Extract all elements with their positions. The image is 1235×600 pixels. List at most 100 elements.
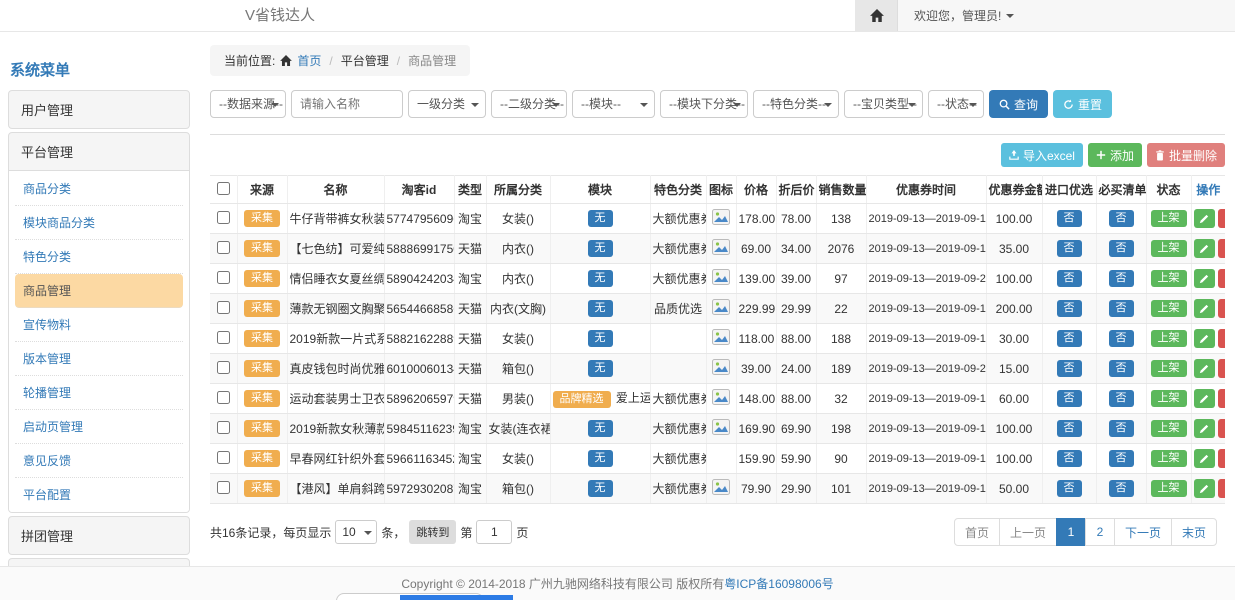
level2-category-select[interactable]: --二级分类-- bbox=[491, 90, 567, 118]
import-select-badge[interactable]: 否 bbox=[1057, 450, 1082, 467]
sidebar-subitem[interactable]: 轮播管理 bbox=[15, 376, 183, 410]
delete-button[interactable] bbox=[1218, 389, 1226, 408]
sidebar-subitem[interactable]: 商品分类 bbox=[15, 172, 183, 206]
status-badge[interactable]: 上架 bbox=[1151, 210, 1187, 227]
module-select[interactable]: --模块-- bbox=[572, 90, 655, 118]
must-buy-badge[interactable]: 否 bbox=[1109, 210, 1134, 227]
import-excel-button[interactable]: 导入excel bbox=[1001, 143, 1083, 167]
must-buy-badge[interactable]: 否 bbox=[1109, 360, 1134, 377]
user-menu[interactable]: 欢迎您，管理员! bbox=[898, 0, 1030, 31]
edit-button[interactable] bbox=[1194, 479, 1215, 498]
status-badge[interactable]: 上架 bbox=[1151, 240, 1187, 257]
module-subcategory-select[interactable]: --模块下分类-- bbox=[660, 90, 748, 118]
item-type-select[interactable]: --宝贝类型-- bbox=[844, 90, 923, 118]
search-button[interactable]: 查询 bbox=[989, 90, 1048, 118]
edit-button[interactable] bbox=[1194, 209, 1215, 228]
row-checkbox[interactable] bbox=[217, 211, 230, 224]
row-checkbox[interactable] bbox=[217, 361, 230, 374]
delete-button[interactable] bbox=[1218, 239, 1226, 258]
sidebar-subitem[interactable]: 版本管理 bbox=[15, 342, 183, 376]
row-checkbox[interactable] bbox=[217, 271, 230, 284]
feature-category-select[interactable]: --特色分类-- bbox=[753, 90, 839, 118]
page-button[interactable]: 2 bbox=[1085, 518, 1115, 546]
edit-button[interactable] bbox=[1194, 299, 1215, 318]
add-button[interactable]: 添加 bbox=[1088, 143, 1142, 167]
breadcrumb-home-link[interactable]: 首页 bbox=[297, 52, 321, 69]
row-checkbox[interactable] bbox=[217, 301, 230, 314]
sidebar-subitem[interactable]: 模块商品分类 bbox=[15, 206, 183, 240]
jump-to-button[interactable]: 跳转到 bbox=[409, 520, 456, 544]
row-checkbox[interactable] bbox=[217, 391, 230, 404]
status-badge[interactable]: 上架 bbox=[1151, 330, 1187, 347]
page-button[interactable]: 末页 bbox=[1171, 518, 1217, 546]
sidebar-subitem[interactable]: 特色分类 bbox=[15, 240, 183, 274]
import-select-badge[interactable]: 否 bbox=[1057, 480, 1082, 497]
icp-link[interactable]: 粤ICP备16098006号 bbox=[724, 575, 833, 592]
page-button[interactable]: 1 bbox=[1056, 518, 1086, 546]
import-select-badge[interactable]: 否 bbox=[1057, 210, 1082, 227]
select-all-checkbox[interactable] bbox=[217, 182, 230, 195]
row-checkbox[interactable] bbox=[217, 241, 230, 254]
page-button[interactable]: 下一页 bbox=[1114, 518, 1172, 546]
import-select-badge[interactable]: 否 bbox=[1057, 420, 1082, 437]
delete-button[interactable] bbox=[1218, 269, 1226, 288]
row-checkbox[interactable] bbox=[217, 421, 230, 434]
import-select-badge[interactable]: 否 bbox=[1057, 330, 1082, 347]
sidebar-subitem[interactable]: 商品管理 bbox=[15, 274, 183, 308]
edit-button[interactable] bbox=[1194, 269, 1215, 288]
status-badge[interactable]: 上架 bbox=[1151, 480, 1187, 497]
sidebar-subitem[interactable]: 宣传物料 bbox=[15, 308, 183, 342]
must-buy-badge[interactable]: 否 bbox=[1109, 480, 1134, 497]
edit-button[interactable] bbox=[1194, 359, 1215, 378]
must-buy-badge[interactable]: 否 bbox=[1109, 330, 1134, 347]
level1-category-select[interactable]: 一级分类 bbox=[408, 90, 486, 118]
delete-button[interactable] bbox=[1218, 359, 1226, 378]
per-page-select[interactable]: 10 bbox=[335, 520, 377, 544]
sidebar-group-header[interactable]: 用户管理 bbox=[9, 91, 189, 128]
sidebar-subitem[interactable]: 启动页管理 bbox=[15, 410, 183, 444]
delete-button[interactable] bbox=[1218, 479, 1226, 498]
sidebar-group-header[interactable]: 平台管理 bbox=[9, 133, 189, 170]
delete-button[interactable] bbox=[1218, 419, 1226, 438]
delete-button[interactable] bbox=[1218, 329, 1226, 348]
delete-button[interactable] bbox=[1218, 299, 1226, 318]
name-search-input[interactable] bbox=[291, 90, 403, 118]
sidebar-subitem[interactable]: 平台配置 bbox=[15, 478, 183, 511]
status-select[interactable]: --状态-- bbox=[928, 90, 984, 118]
import-select-badge[interactable]: 否 bbox=[1057, 360, 1082, 377]
row-checkbox[interactable] bbox=[217, 331, 230, 344]
import-select-badge[interactable]: 否 bbox=[1057, 390, 1082, 407]
import-select-badge[interactable]: 否 bbox=[1057, 270, 1082, 287]
sidebar-subitem[interactable]: 意见反馈 bbox=[15, 444, 183, 478]
status-badge[interactable]: 上架 bbox=[1151, 390, 1187, 407]
row-checkbox[interactable] bbox=[217, 481, 230, 494]
status-badge[interactable]: 上架 bbox=[1151, 270, 1187, 287]
home-button[interactable] bbox=[856, 0, 898, 31]
must-buy-badge[interactable]: 否 bbox=[1109, 390, 1134, 407]
page-button[interactable]: 上一页 bbox=[999, 518, 1057, 546]
must-buy-badge[interactable]: 否 bbox=[1109, 450, 1134, 467]
edit-button[interactable] bbox=[1194, 419, 1215, 438]
must-buy-badge[interactable]: 否 bbox=[1109, 420, 1134, 437]
edit-button[interactable] bbox=[1194, 389, 1215, 408]
status-badge[interactable]: 上架 bbox=[1151, 300, 1187, 317]
status-badge[interactable]: 上架 bbox=[1151, 420, 1187, 437]
row-checkbox[interactable] bbox=[217, 451, 230, 464]
page-number-input[interactable] bbox=[476, 520, 512, 544]
must-buy-badge[interactable]: 否 bbox=[1109, 270, 1134, 287]
edit-button[interactable] bbox=[1194, 239, 1215, 258]
status-badge[interactable]: 上架 bbox=[1151, 450, 1187, 467]
must-buy-badge[interactable]: 否 bbox=[1109, 300, 1134, 317]
edit-button[interactable] bbox=[1194, 329, 1215, 348]
status-badge[interactable]: 上架 bbox=[1151, 360, 1187, 377]
reset-button[interactable]: 重置 bbox=[1053, 90, 1112, 118]
must-buy-badge[interactable]: 否 bbox=[1109, 240, 1134, 257]
page-button[interactable]: 首页 bbox=[954, 518, 1000, 546]
delete-button[interactable] bbox=[1218, 449, 1226, 468]
import-select-badge[interactable]: 否 bbox=[1057, 240, 1082, 257]
sidebar-group-header[interactable]: 拼团管理 bbox=[9, 517, 189, 554]
data-source-select[interactable]: --数据来源-- bbox=[210, 90, 286, 118]
batch-delete-button[interactable]: 批量删除 bbox=[1147, 143, 1225, 167]
delete-button[interactable] bbox=[1218, 209, 1226, 228]
import-select-badge[interactable]: 否 bbox=[1057, 300, 1082, 317]
